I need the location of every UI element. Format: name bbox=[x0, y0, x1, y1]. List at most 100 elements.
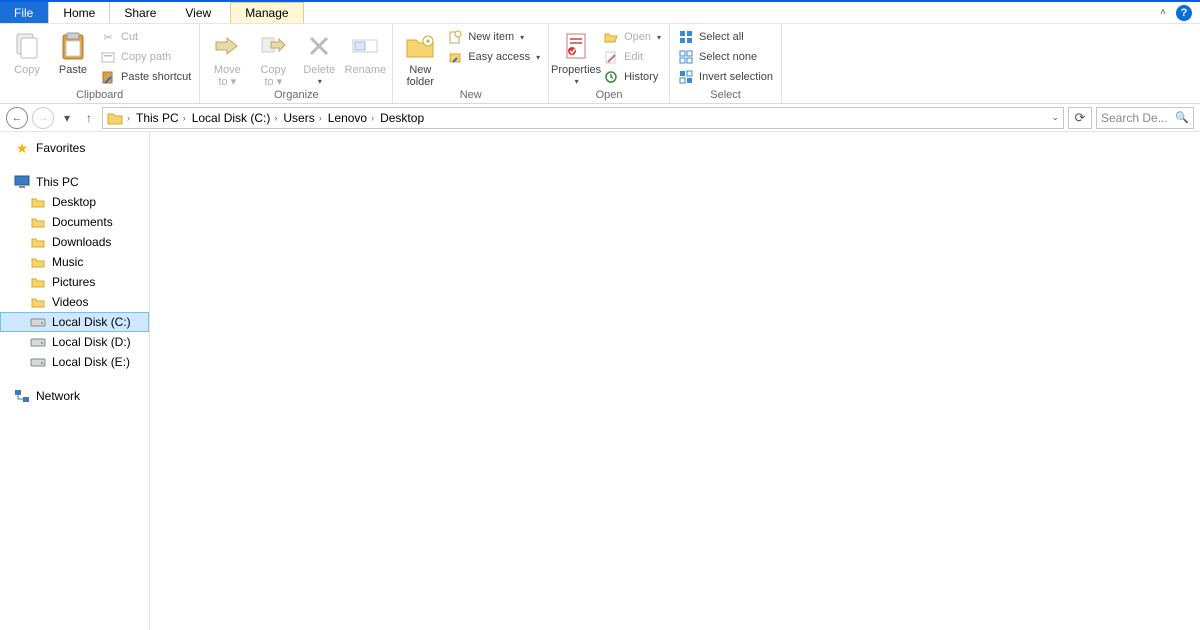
tree-local-disk-d[interactable]: Local Disk (D:) bbox=[0, 332, 149, 352]
copy-button[interactable]: Copy bbox=[6, 26, 48, 76]
invert-selection-icon bbox=[678, 69, 694, 85]
back-button[interactable]: ← bbox=[6, 107, 28, 129]
ribbon-group-open: Properties ▾ Open▾ Edit bbox=[549, 24, 670, 103]
paste-button[interactable]: Paste bbox=[52, 26, 94, 76]
folder-icon bbox=[30, 194, 46, 210]
new-folder-button[interactable]: ✦ Newfolder bbox=[399, 26, 441, 88]
folder-icon bbox=[30, 294, 46, 310]
open-button[interactable]: Open▾ bbox=[601, 28, 663, 46]
svg-text:✦: ✦ bbox=[425, 37, 432, 46]
tree-desktop[interactable]: Desktop bbox=[0, 192, 149, 212]
address-bar[interactable]: › This PC› Local Disk (C:)› Users› Lenov… bbox=[102, 107, 1064, 129]
copy-path-button[interactable]: Copy path bbox=[98, 48, 193, 66]
tree-documents[interactable]: Documents bbox=[0, 212, 149, 232]
search-icon: 🔍 bbox=[1175, 111, 1189, 124]
drive-icon bbox=[30, 314, 46, 330]
tab-file[interactable]: File bbox=[0, 2, 48, 23]
ribbon: Copy Paste ✂ Cut Copy path bbox=[0, 24, 1200, 104]
address-row: ← → ▾ ↑ › This PC› Local Disk (C:)› User… bbox=[0, 104, 1200, 132]
delete-icon bbox=[303, 30, 335, 62]
copy-path-icon bbox=[100, 49, 116, 65]
drive-icon bbox=[30, 354, 46, 370]
help-icon[interactable]: ? bbox=[1176, 5, 1192, 21]
delete-button[interactable]: Delete ▾ bbox=[298, 26, 340, 87]
search-input[interactable]: Search De... 🔍 bbox=[1096, 107, 1194, 129]
new-folder-icon: ✦ bbox=[404, 30, 436, 62]
easy-access-button[interactable]: Easy access▾ bbox=[445, 48, 542, 66]
crumb-desktop[interactable]: Desktop bbox=[378, 111, 426, 125]
ribbon-tabs: File Home Share View Manage ˄ ? bbox=[0, 2, 1200, 24]
paste-shortcut-icon bbox=[100, 69, 116, 85]
group-label-open: Open bbox=[555, 89, 663, 103]
tab-view[interactable]: View bbox=[171, 2, 226, 23]
group-label-organize: Organize bbox=[206, 89, 386, 103]
copy-icon bbox=[11, 30, 43, 62]
tree-network[interactable]: Network bbox=[0, 386, 149, 406]
move-to-button[interactable]: Moveto ▾ bbox=[206, 26, 248, 88]
select-none-icon bbox=[678, 49, 694, 65]
folder-icon bbox=[30, 274, 46, 290]
group-label-select: Select bbox=[676, 89, 775, 103]
tab-manage[interactable]: Manage bbox=[230, 2, 303, 23]
paste-icon bbox=[57, 30, 89, 62]
new-item-icon bbox=[447, 29, 463, 45]
tab-share[interactable]: Share bbox=[110, 2, 171, 23]
tree-favorites[interactable]: ★ Favorites bbox=[0, 138, 149, 158]
computer-icon bbox=[14, 174, 30, 190]
folder-icon bbox=[30, 234, 46, 250]
scissors-icon: ✂ bbox=[100, 29, 116, 45]
select-all-button[interactable]: Select all bbox=[676, 28, 775, 46]
rename-icon bbox=[349, 30, 381, 62]
tree-local-disk-c[interactable]: Local Disk (C:) bbox=[0, 312, 149, 332]
ribbon-group-select: Select all Select none Invert selection … bbox=[670, 24, 782, 103]
tree-pictures[interactable]: Pictures bbox=[0, 272, 149, 292]
invert-selection-button[interactable]: Invert selection bbox=[676, 68, 775, 86]
edit-icon bbox=[603, 49, 619, 65]
edit-button[interactable]: Edit bbox=[601, 48, 663, 66]
search-placeholder: Search De... bbox=[1101, 111, 1168, 125]
star-icon: ★ bbox=[14, 140, 30, 156]
crumb-users[interactable]: Users› bbox=[281, 111, 323, 125]
forward-button[interactable]: → bbox=[32, 107, 54, 129]
group-label-new: New bbox=[399, 89, 542, 103]
ribbon-group-clipboard: Copy Paste ✂ Cut Copy path bbox=[0, 24, 200, 103]
recent-dropdown[interactable]: ▾ bbox=[58, 107, 76, 129]
crumb-local-c[interactable]: Local Disk (C:)› bbox=[190, 111, 280, 125]
easy-access-icon bbox=[447, 49, 463, 65]
file-list-area[interactable] bbox=[150, 132, 1200, 630]
copy-to-icon bbox=[257, 30, 289, 62]
address-dropdown-icon[interactable]: ⌄ bbox=[1051, 112, 1059, 123]
refresh-button[interactable]: ⟳ bbox=[1068, 107, 1092, 129]
tree-videos[interactable]: Videos bbox=[0, 292, 149, 312]
minimize-ribbon-icon[interactable]: ˄ bbox=[1160, 7, 1166, 18]
tree-downloads[interactable]: Downloads bbox=[0, 232, 149, 252]
open-folder-icon bbox=[603, 29, 619, 45]
cut-button[interactable]: ✂ Cut bbox=[98, 28, 193, 46]
drive-icon bbox=[30, 334, 46, 350]
tab-home[interactable]: Home bbox=[48, 2, 110, 23]
select-none-button[interactable]: Select none bbox=[676, 48, 775, 66]
properties-icon bbox=[560, 30, 592, 62]
tree-local-disk-e[interactable]: Local Disk (E:) bbox=[0, 352, 149, 372]
crumb-this-pc[interactable]: This PC› bbox=[134, 111, 188, 125]
copy-to-button[interactable]: Copyto ▾ bbox=[252, 26, 294, 88]
history-icon bbox=[603, 69, 619, 85]
rename-button[interactable]: Rename bbox=[344, 26, 386, 76]
paste-shortcut-button[interactable]: Paste shortcut bbox=[98, 68, 193, 86]
folder-icon bbox=[107, 110, 123, 126]
crumb-lenovo[interactable]: Lenovo› bbox=[326, 111, 376, 125]
group-label-clipboard: Clipboard bbox=[6, 89, 193, 103]
folder-icon bbox=[30, 254, 46, 270]
move-to-icon bbox=[211, 30, 243, 62]
navigation-pane: ★ Favorites This PC Desktop Documents Do… bbox=[0, 132, 150, 630]
tree-this-pc[interactable]: This PC bbox=[0, 172, 149, 192]
new-item-button[interactable]: New item▾ bbox=[445, 28, 542, 46]
properties-button[interactable]: Properties ▾ bbox=[555, 26, 597, 87]
tree-music[interactable]: Music bbox=[0, 252, 149, 272]
up-button[interactable]: ↑ bbox=[80, 107, 98, 129]
network-icon bbox=[14, 388, 30, 404]
ribbon-group-organize: Moveto ▾ Copyto ▾ Delete ▾ Rename bbox=[200, 24, 393, 103]
history-button[interactable]: History bbox=[601, 68, 663, 86]
select-all-icon bbox=[678, 29, 694, 45]
ribbon-group-new: ✦ Newfolder New item▾ Easy access▾ bbox=[393, 24, 549, 103]
